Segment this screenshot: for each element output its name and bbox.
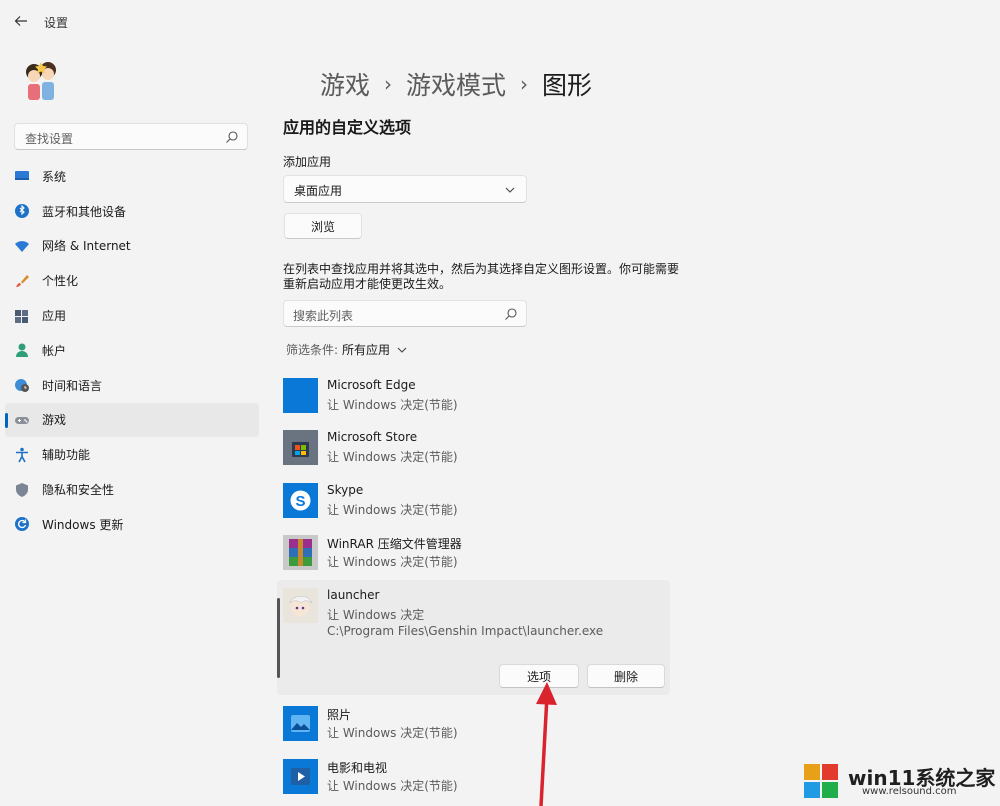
svg-text:S: S [295, 493, 305, 510]
list-item[interactable]: Microsoft Edge 让 Windows 决定(节能) [283, 378, 673, 418]
sidebar-item-accessibility[interactable]: 辅助功能 [5, 437, 259, 472]
sidebar-item-label: 时间和语言 [42, 378, 103, 393]
filter-value: 所有应用 [342, 343, 391, 357]
sidebar-item-label: 游戏 [42, 413, 67, 428]
search-icon [226, 131, 238, 143]
sidebar-item-accounts[interactable]: 帐户 [5, 333, 259, 368]
app-status: 让 Windows 决定 [327, 608, 425, 622]
app-status: 让 Windows 决定(节能) [327, 450, 458, 464]
sidebar-nav: 系统 蓝牙和其他设备 网络 & Internet 个性化 应用 帐户 时间和语言… [5, 159, 259, 542]
app-name: Microsoft Store [327, 430, 418, 444]
accessibility-icon [14, 447, 30, 463]
app-type-dropdown[interactable]: 桌面应用 [283, 175, 527, 203]
monitor-icon [14, 168, 30, 184]
app-name: 电影和电视 [327, 761, 388, 775]
app-status: 让 Windows 决定(节能) [327, 726, 458, 740]
photos-icon [283, 706, 318, 741]
brush-icon [14, 273, 30, 289]
filter-control[interactable]: 筛选条件: 所有应用 [286, 341, 408, 358]
watermark: win11系统之家 www.relsound.com [802, 758, 995, 802]
sidebar-item-system[interactable]: 系统 [5, 159, 259, 194]
person-icon [14, 342, 30, 358]
app-status: 让 Windows 决定(节能) [327, 503, 458, 517]
apps-icon [14, 308, 30, 324]
settings-search-input[interactable]: 查找设置 [14, 123, 248, 150]
list-item[interactable]: 照片 让 Windows 决定(节能) [283, 706, 673, 746]
search-icon [505, 308, 517, 320]
update-icon [14, 516, 30, 532]
app-status: 让 Windows 决定(节能) [327, 779, 458, 793]
sidebar-item-label: 辅助功能 [42, 448, 91, 463]
list-search-placeholder: 搜索此列表 [293, 309, 354, 323]
sidebar-item-network[interactable]: 网络 & Internet [5, 229, 259, 264]
edge-icon [283, 378, 318, 413]
store-icon [283, 430, 318, 465]
window-title: 设置 [44, 16, 69, 30]
app-name: launcher [327, 588, 380, 602]
chevron-down-icon [505, 187, 515, 193]
add-app-label: 添加应用 [283, 155, 332, 169]
list-item[interactable]: Microsoft Store 让 Windows 决定(节能) [283, 430, 673, 470]
windows-logo-icon [804, 764, 838, 798]
globe-clock-icon [14, 377, 30, 393]
list-item[interactable]: WinRAR 压缩文件管理器 让 Windows 决定(节能) [283, 535, 673, 575]
sidebar-item-label: 隐私和安全性 [42, 483, 115, 498]
sidebar-item-privacy[interactable]: 隐私和安全性 [5, 472, 259, 507]
sidebar-item-bluetooth[interactable]: 蓝牙和其他设备 [5, 194, 259, 229]
avatar[interactable] [16, 56, 66, 106]
filter-label: 筛选条件: [286, 343, 339, 357]
list-item[interactable]: 电影和电视 让 Windows 决定(节能) [283, 759, 673, 799]
dropdown-value: 桌面应用 [294, 184, 343, 198]
list-item[interactable]: S Skype 让 Windows 决定(节能) [283, 483, 673, 523]
breadcrumb-gaming[interactable]: 游戏 [320, 66, 370, 102]
browse-button[interactable]: 浏览 [284, 213, 362, 239]
gamepad-icon [14, 412, 30, 428]
section-title: 应用的自定义选项 [283, 118, 412, 137]
skype-icon: S [283, 483, 318, 518]
wifi-icon [14, 238, 30, 254]
app-status: 让 Windows 决定(节能) [327, 555, 458, 569]
back-arrow-icon [14, 16, 27, 26]
breadcrumb-separator-icon: › [384, 72, 393, 96]
app-name: Microsoft Edge [327, 378, 416, 392]
sidebar-item-gaming[interactable]: 游戏 [5, 402, 259, 438]
sidebar-item-label: 系统 [42, 169, 67, 184]
app-path: C:\Program Files\Genshin Impact\launcher… [327, 624, 604, 638]
sidebar-item-apps[interactable]: 应用 [5, 298, 259, 333]
settings-search-placeholder: 查找设置 [25, 132, 74, 146]
app-name: Skype [327, 483, 364, 497]
sidebar-item-personalization[interactable]: 个性化 [5, 263, 259, 298]
page-title: 图形 [542, 71, 593, 100]
sidebar-item-time-language[interactable]: 时间和语言 [5, 368, 259, 403]
delete-button[interactable]: 删除 [587, 664, 665, 688]
app-status: 让 Windows 决定(节能) [327, 398, 458, 412]
movies-tv-icon [283, 759, 318, 794]
sidebar-item-windows-update[interactable]: Windows 更新 [5, 507, 259, 542]
annotation-arrow-icon [536, 682, 557, 806]
sidebar-item-label: 蓝牙和其他设备 [42, 204, 127, 219]
list-item-expanded[interactable]: launcher 让 Windows 决定 C:\Program Files\G… [283, 588, 673, 644]
shield-icon [14, 482, 30, 498]
watermark-url: www.relsound.com [862, 786, 957, 797]
title-bar: 设置 [0, 0, 1000, 42]
list-search-input[interactable]: 搜索此列表 [283, 300, 527, 327]
winrar-icon [283, 535, 318, 570]
launcher-icon [283, 588, 318, 623]
sidebar-item-label: Windows 更新 [42, 517, 124, 532]
breadcrumb-game-mode[interactable]: 游戏模式 [406, 66, 506, 102]
sidebar-item-label: 帐户 [42, 343, 67, 358]
sidebar-item-label: 网络 & Internet [42, 239, 131, 254]
breadcrumb-separator-icon: › [520, 72, 529, 96]
back-button[interactable] [10, 10, 32, 32]
sidebar-item-label: 应用 [42, 309, 67, 324]
breadcrumb: 游戏 › 游戏模式 › 图形 [320, 66, 592, 102]
app-name: WinRAR 压缩文件管理器 [327, 537, 462, 551]
description-text: 在列表中查找应用并将其选中，然后为其选择自定义图形设置。你可能需要重新启动应用才… [283, 262, 680, 291]
app-name: 照片 [327, 708, 352, 722]
chevron-down-icon [397, 347, 407, 353]
sidebar-item-label: 个性化 [42, 274, 79, 289]
bluetooth-icon [14, 203, 30, 219]
